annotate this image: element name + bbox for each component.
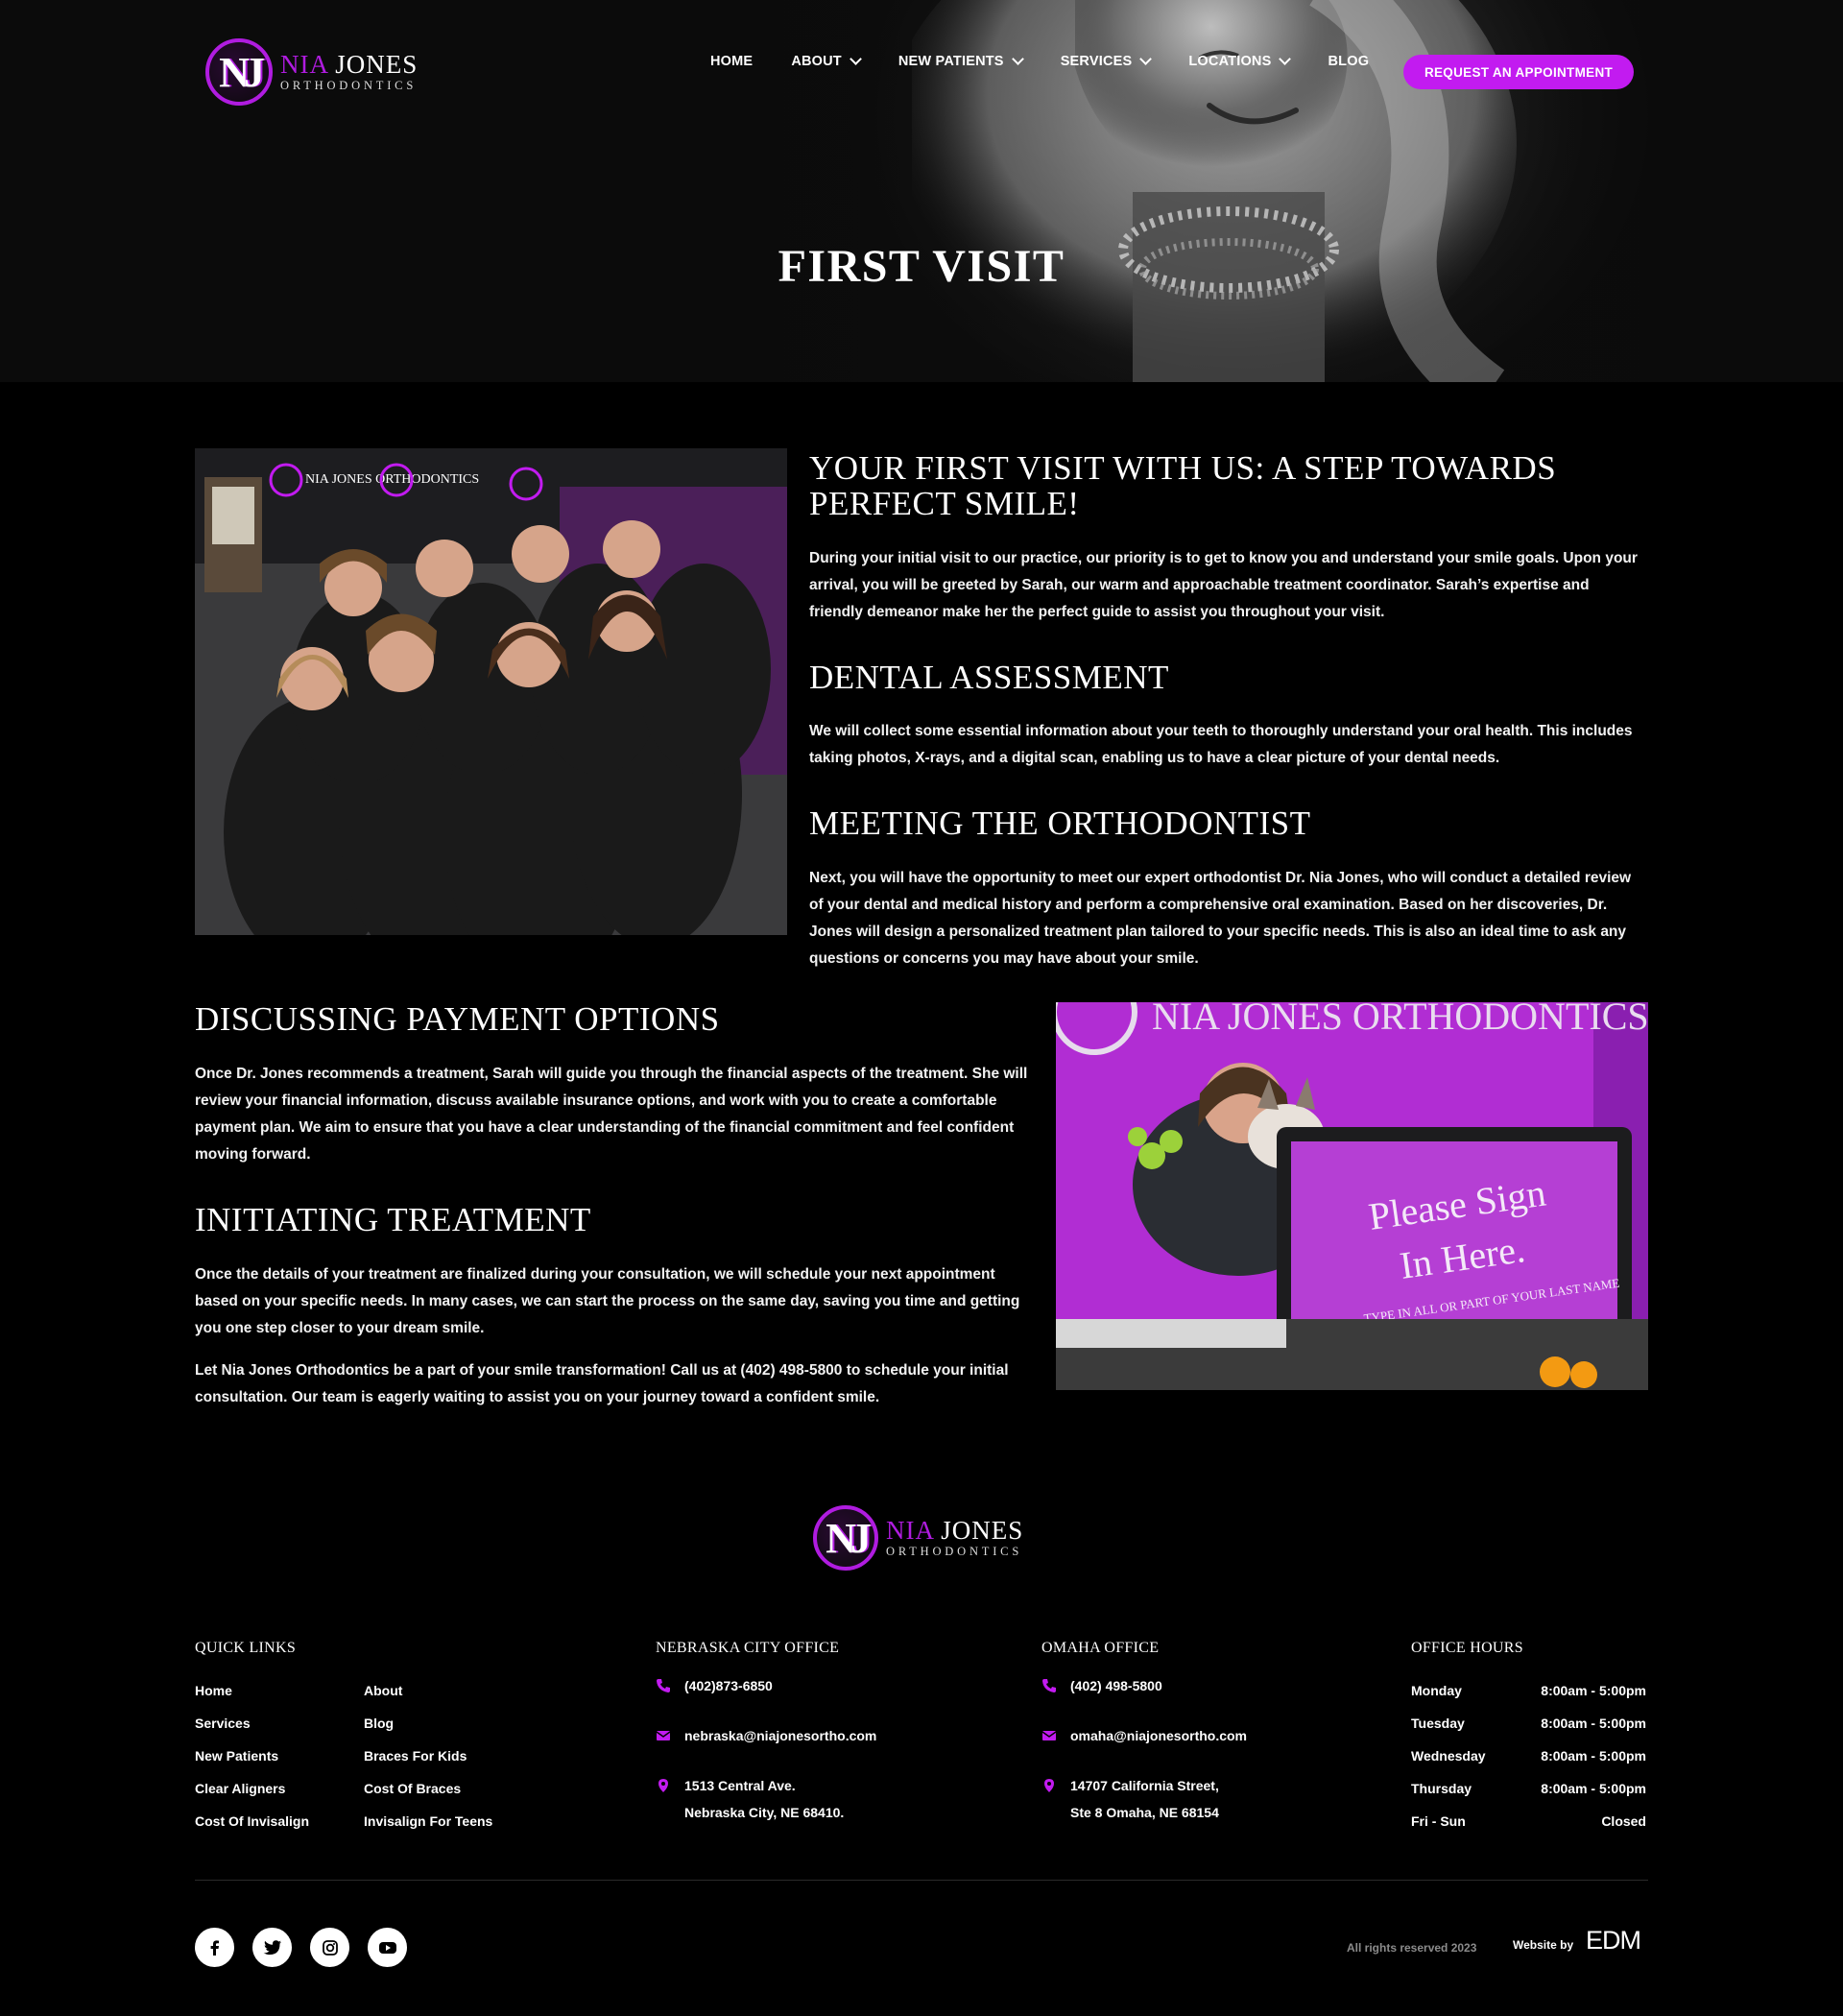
youtube-icon[interactable] (368, 1928, 407, 1967)
payment-options-text: Once Dr. Jones recommends a treatment, S… (195, 1065, 1028, 1163)
hours-row: Fri - Sun Closed (1411, 1813, 1646, 1829)
footer-link-clear-aligners[interactable]: Clear Aligners (195, 1772, 364, 1805)
nav-about[interactable]: ABOUT (791, 53, 862, 69)
main-nav: HOME ABOUT NEW PATIENTS SERVICES LOCATIO… (710, 53, 1407, 69)
facebook-icon[interactable] (195, 1928, 234, 1967)
logo-monogram-icon: NJ (813, 1505, 878, 1571)
email-icon (1041, 1731, 1057, 1740)
quick-links-heading: QUICK LINKS (195, 1640, 297, 1656)
reception-wall-text: NIA JONES ORTHODONTICS (1152, 1002, 1648, 1038)
location-pin-icon (1044, 1779, 1054, 1792)
footer-link-services[interactable]: Services (195, 1707, 364, 1740)
dental-assessment-heading: DENTAL ASSESSMENT (809, 658, 1169, 696)
omaha-phone-link[interactable]: (402) 498-5800 (1070, 1672, 1162, 1699)
site-logo[interactable]: NJ NIA JONES ORTHODONTICS (205, 38, 418, 106)
request-appointment-button[interactable]: REQUEST AN APPOINTMENT (1403, 55, 1634, 89)
reception-photo: NIA JONES ORTHODONTICS Please Sign In He… (1056, 1002, 1648, 1390)
nav-blog[interactable]: BLOG (1328, 54, 1369, 69)
nav-new-patients[interactable]: NEW PATIENTS (898, 53, 1024, 69)
chevron-down-icon (1011, 53, 1024, 65)
footer-office-hours: OFFICE HOURS Monday 8:00am - 5:00pm Tuesd… (1411, 1640, 1646, 1837)
logo-name-last: JONES (335, 50, 419, 80)
footer-link-new-patients[interactable]: New Patients (195, 1740, 364, 1772)
chevron-down-icon (1139, 53, 1153, 65)
omaha-address-line-2: Ste 8 Omaha, NE 68154 (1070, 1805, 1219, 1820)
footer-divider (195, 1880, 1648, 1881)
nebraska-email-link[interactable]: nebraska@niajonesortho.com (684, 1722, 876, 1749)
omaha-office-heading: OMAHA OFFICE (1041, 1640, 1160, 1656)
initiating-treatment-text: Once the details of your treatment are f… (195, 1265, 1020, 1336)
agency-logo-link[interactable]: EDM (1586, 1926, 1641, 1956)
nav-home[interactable]: HOME (710, 54, 753, 69)
nebraska-address-line-1: 1513 Central Ave. (684, 1778, 796, 1793)
nebraska-phone-link[interactable]: (402)873-6850 (684, 1672, 773, 1699)
payment-options-heading: DISCUSSING PAYMENT OPTIONS (195, 1000, 720, 1038)
social-links (195, 1928, 425, 1967)
footer-quick-links: QUICK LINKS Home About Services Blog New… (195, 1640, 508, 1837)
chevron-down-icon (850, 53, 862, 65)
email-icon (656, 1731, 671, 1740)
chevron-down-icon (1279, 53, 1292, 65)
footer-link-home[interactable]: Home (195, 1674, 364, 1707)
hours-row: Wednesday 8:00am - 5:00pm (1411, 1748, 1646, 1764)
omaha-address-line-1: 14707 California Street, (1070, 1778, 1219, 1793)
team-photo: NIA JONES ORTHODONTICS (195, 448, 787, 935)
twitter-icon[interactable] (252, 1928, 292, 1967)
location-pin-icon (658, 1779, 668, 1792)
nebraska-address-line-2: Nebraska City, NE 68410. (684, 1805, 845, 1820)
footer-nebraska-office: NEBRASKA CITY OFFICE (402)873-6850 nebra… (656, 1640, 876, 1849)
phone-icon (657, 1679, 670, 1692)
instagram-icon[interactable] (310, 1928, 349, 1967)
copyright-text: All rights reserved 2023 (1347, 1941, 1477, 1955)
office-hours-heading: OFFICE HOURS (1411, 1640, 1523, 1656)
phone-icon (1042, 1679, 1056, 1692)
footer-link-cost-of-invisalign[interactable]: Cost Of Invisalign (195, 1805, 364, 1837)
first-visit-content: YOUR FIRST VISIT WITH US: A STEP TOWARDS… (809, 449, 1646, 972)
meeting-orthodontist-text: Next, you will have the opportunity to m… (809, 870, 1632, 967)
hours-row: Thursday 8:00am - 5:00pm (1411, 1781, 1646, 1796)
first-visit-heading: YOUR FIRST VISIT WITH US: A STEP TOWARDS… (809, 449, 1557, 522)
website-by-label: Website by (1513, 1938, 1574, 1952)
hours-row: Monday 8:00am - 5:00pm (1411, 1683, 1646, 1698)
logo-subtitle: ORTHODONTICS (280, 79, 418, 93)
hours-row: Tuesday 8:00am - 5:00pm (1411, 1716, 1646, 1731)
hero-banner: NJ NIA JONES ORTHODONTICS HOME ABOUT NEW… (0, 0, 1843, 382)
initiating-treatment-heading: INITIATING TREATMENT (195, 1200, 591, 1238)
nav-locations[interactable]: LOCATIONS (1188, 53, 1292, 69)
footer-link-about[interactable]: About (364, 1674, 508, 1707)
footer-link-cost-of-braces[interactable]: Cost Of Braces (364, 1772, 508, 1805)
nebraska-office-heading: NEBRASKA CITY OFFICE (656, 1640, 840, 1656)
dental-assessment-text: We will collect some essential informati… (809, 723, 1633, 767)
footer-logo[interactable]: NJ NIA JONES ORTHODONTICS (813, 1505, 1023, 1571)
meeting-orthodontist-heading: MEETING THE ORTHODONTIST (809, 804, 1311, 843)
logo-monogram-icon: NJ (205, 38, 273, 106)
footer-link-braces-for-kids[interactable]: Braces For Kids (364, 1740, 508, 1772)
omaha-email-link[interactable]: omaha@niajonesortho.com (1070, 1722, 1247, 1749)
footer-link-invisalign-for-teens[interactable]: Invisalign For Teens (364, 1805, 508, 1837)
page-title: FIRST VISIT (778, 241, 1065, 292)
wall-logo-text-1: NIA JONES ORTHODONTICS (305, 472, 479, 487)
logo-name-first: NIA (280, 50, 328, 80)
first-visit-text: During your initial visit to our practic… (809, 549, 1638, 620)
consultation-cta-text: Let Nia Jones Orthodontics be a part of … (195, 1361, 1009, 1405)
nav-services[interactable]: SERVICES (1061, 53, 1153, 69)
footer-link-blog[interactable]: Blog (364, 1707, 508, 1740)
payment-content: DISCUSSING PAYMENT OPTIONS Once Dr. Jone… (195, 1000, 1030, 1411)
footer-omaha-office: OMAHA OFFICE (402) 498-5800 omaha@niajon… (1041, 1640, 1247, 1849)
